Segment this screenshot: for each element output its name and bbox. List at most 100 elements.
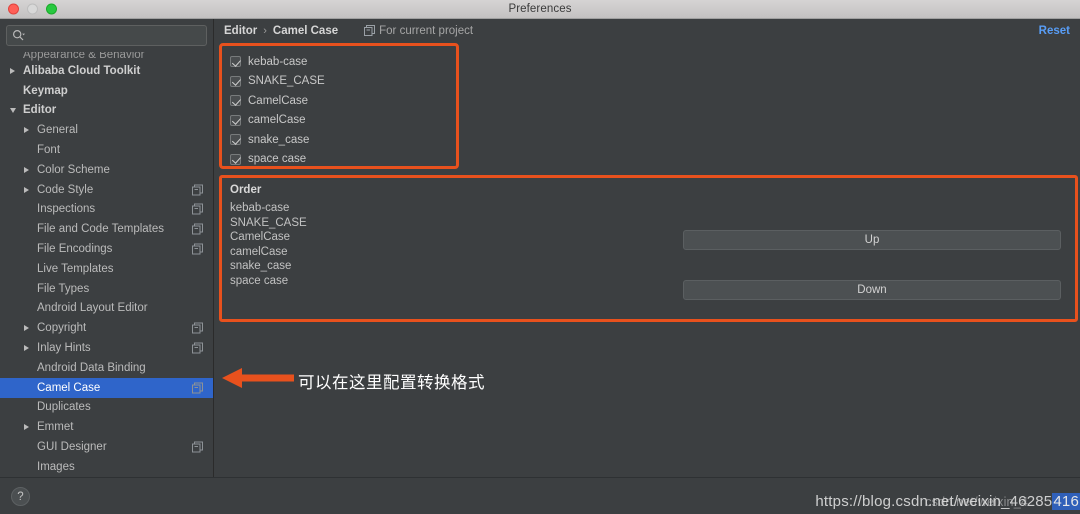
- chevron-right-glyph[interactable]: [24, 424, 29, 431]
- order-list-item[interactable]: SNAKE_CASE: [230, 217, 307, 232]
- window-title: Preferences: [508, 3, 572, 15]
- sidebar-item-alibaba-cloud-toolkit[interactable]: Alibaba Cloud Toolkit: [0, 61, 213, 81]
- reset-link[interactable]: Reset: [1039, 25, 1070, 37]
- project-scope-icon: [192, 243, 203, 255]
- case-format-row[interactable]: CamelCase: [230, 91, 456, 111]
- sidebar-item-label: File and Code Templates: [37, 223, 164, 236]
- sidebar-item-label: Android Data Binding: [37, 361, 146, 374]
- sidebar-item-label: Color Scheme: [37, 163, 110, 176]
- sidebar-item-font[interactable]: Font: [0, 140, 213, 160]
- chevron-right-glyph[interactable]: [10, 67, 15, 74]
- search-box[interactable]: [6, 25, 207, 46]
- dialog-footer: ?: [0, 477, 1080, 514]
- help-button[interactable]: ?: [11, 487, 30, 506]
- order-list-item[interactable]: kebab-case: [230, 202, 307, 217]
- sidebar-item-label: Editor: [23, 104, 57, 117]
- search-input[interactable]: [25, 29, 201, 42]
- sidebar-item-label: GUI Designer: [37, 441, 107, 454]
- sidebar-item-android-layout-editor[interactable]: Android Layout Editor: [0, 299, 213, 319]
- chevron-right-glyph[interactable]: [24, 166, 29, 173]
- sidebar-item-gui-designer[interactable]: GUI Designer: [0, 437, 213, 457]
- sidebar-item-copyright[interactable]: Copyright: [0, 318, 213, 338]
- sidebar-item-code-style[interactable]: Code Style: [0, 180, 213, 200]
- case-format-row[interactable]: snake_case: [230, 130, 456, 150]
- settings-content: Editor › Camel Case For current project …: [215, 19, 1080, 477]
- case-format-label: SNAKE_CASE: [248, 75, 325, 88]
- close-window-button[interactable]: [8, 3, 19, 15]
- checkbox-space-case[interactable]: [230, 153, 241, 165]
- chevron-right-glyph[interactable]: [24, 345, 29, 352]
- sidebar-item-general[interactable]: General: [0, 120, 213, 140]
- sidebar-item-label: Android Layout Editor: [37, 302, 148, 315]
- move-down-button[interactable]: Down: [683, 280, 1061, 300]
- scope-indicator: For current project: [364, 25, 473, 37]
- sidebar-item-android-data-binding[interactable]: Android Data Binding: [0, 358, 213, 378]
- sidebar-item-inlay-hints[interactable]: Inlay Hints: [0, 338, 213, 358]
- case-format-label: kebab-case: [248, 55, 308, 68]
- order-list-item[interactable]: snake_case: [230, 260, 307, 275]
- sidebar-item-label: Keymap: [23, 84, 68, 97]
- sidebar-item-label: Images: [37, 460, 75, 473]
- zoom-window-button[interactable]: [46, 3, 57, 15]
- minimize-window-button[interactable]: [27, 3, 38, 15]
- chevron-down-icon: [10, 107, 23, 113]
- sidebar-item-editor[interactable]: Editor: [0, 101, 213, 121]
- breadcrumb-separator: ›: [263, 24, 267, 37]
- checkbox-camelcase[interactable]: [230, 114, 241, 126]
- sidebar-item-camel-case[interactable]: Camel Case: [0, 377, 213, 398]
- project-scope-icon: [192, 203, 203, 215]
- sidebar-item-file-encodings[interactable]: File Encodings: [0, 239, 213, 259]
- checkbox-snake-case[interactable]: [230, 75, 241, 87]
- chevron-right-icon: [10, 67, 23, 74]
- scope-label: For current project: [379, 24, 474, 37]
- sidebar-item-label: File Encodings: [37, 243, 113, 256]
- breadcrumb-bar: Editor › Camel Case For current project …: [215, 19, 1080, 42]
- sidebar-item-label: Inlay Hints: [37, 342, 91, 355]
- breadcrumb-item-camel-case[interactable]: Camel Case: [273, 25, 338, 37]
- chevron-right-icon: [24, 424, 37, 431]
- checkbox-camelcase[interactable]: [230, 95, 241, 107]
- sidebar-search-wrap: [0, 19, 213, 50]
- chevron-right-icon: [24, 345, 37, 352]
- case-format-row[interactable]: camelCase: [230, 111, 456, 131]
- sidebar-item-label: General: [37, 124, 78, 137]
- breadcrumb-item-editor[interactable]: Editor: [224, 25, 257, 37]
- case-format-row[interactable]: kebab-case: [230, 52, 456, 72]
- sidebar-item-color-scheme[interactable]: Color Scheme: [0, 160, 213, 180]
- chevron-right-glyph[interactable]: [24, 186, 29, 193]
- sidebar-item-inspections[interactable]: Inspections: [0, 200, 213, 220]
- sidebar-item-label: Inspections: [37, 203, 96, 216]
- sidebar-item-label: Alibaba Cloud Toolkit: [23, 64, 141, 77]
- order-list-item[interactable]: CamelCase: [230, 231, 307, 246]
- project-scope-icon: [192, 382, 203, 394]
- case-format-label: space case: [248, 153, 307, 166]
- sidebar-item-live-templates[interactable]: Live Templates: [0, 259, 213, 279]
- sidebar-item-file-types[interactable]: File Types: [0, 279, 213, 299]
- chevron-right-icon: [24, 127, 37, 134]
- sidebar-item-file-and-code-templates[interactable]: File and Code Templates: [0, 219, 213, 239]
- case-format-row[interactable]: SNAKE_CASE: [230, 72, 456, 92]
- project-scope-icon: [192, 322, 203, 334]
- sidebar-item-emmet[interactable]: Emmet: [0, 417, 213, 437]
- case-format-label: snake_case: [248, 133, 310, 146]
- order-list-item[interactable]: camelCase: [230, 246, 307, 261]
- annotation-text: 可以在这里配置转换格式: [298, 373, 485, 392]
- order-list[interactable]: kebab-case SNAKE_CASE CamelCase camelCase sn…: [230, 202, 307, 290]
- move-up-button[interactable]: Up: [683, 230, 1061, 250]
- case-format-row[interactable]: space case: [230, 150, 456, 170]
- sidebar-item-duplicates[interactable]: Duplicates: [0, 398, 213, 418]
- sidebar-item-keymap[interactable]: Keymap: [0, 81, 213, 101]
- sidebar-item-label: File Types: [37, 282, 90, 295]
- order-list-item[interactable]: space case: [230, 275, 307, 290]
- checkbox-kebab-case[interactable]: [230, 56, 241, 68]
- sidebar-item-label: Font: [37, 144, 61, 157]
- chevron-right-glyph[interactable]: [24, 127, 29, 134]
- sidebar-item-appearance-behavior[interactable]: Appearance & Behavior: [0, 52, 213, 61]
- sidebar-item-label: Camel Case: [37, 381, 101, 394]
- checkbox-snake-case[interactable]: [230, 134, 241, 146]
- chevron-right-glyph[interactable]: [24, 325, 29, 332]
- sidebar-item-label: Duplicates: [37, 401, 91, 414]
- chevron-down-glyph[interactable]: [10, 107, 16, 113]
- order-panel: Order kebab-case SNAKE_CASE CamelCase camel…: [219, 175, 1078, 322]
- sidebar-item-images[interactable]: Images: [0, 457, 213, 477]
